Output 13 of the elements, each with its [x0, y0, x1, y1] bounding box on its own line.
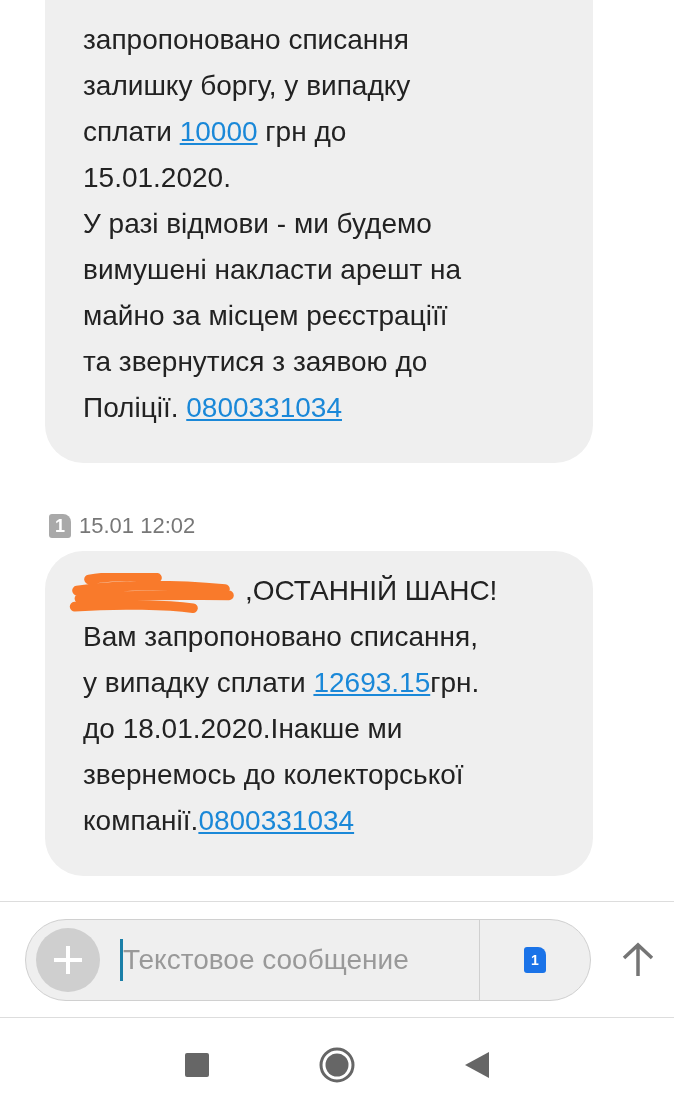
- send-arrow-icon[interactable]: [621, 941, 655, 978]
- phone-link[interactable]: 10000: [179, 116, 258, 147]
- sim-icon[interactable]: 1: [524, 946, 546, 973]
- phone-link[interactable]: 0800331034: [198, 805, 355, 836]
- back-icon[interactable]: [465, 1052, 489, 1078]
- home-icon[interactable]: [319, 1047, 355, 1083]
- message-input[interactable]: Текстовое сообщение 1: [25, 918, 591, 1001]
- message-text: ,ОСТАННІЙ ШАНС! Вам запропоновано списання, у випадку сплати 12693.15грн. до 18.01.2020.Інакше ми звернемось до колекторської компанії.0800331034: [83, 568, 573, 844]
- message-time: 15.01 12:02: [79, 513, 196, 539]
- phone-link[interactable]: 12693.15: [313, 667, 431, 698]
- message-text: запропоновано списання залишку боргу, у випадку сплати 10000 грн до 15.01.2020. У разі відмови - ми будемо вимушені накласти арешт на майно за місцем реєстраціїї та звернутися з заявою до Поліції. 0800331034: [83, 23, 463, 425]
- sim-icon: 1: [49, 514, 71, 538]
- phone-link[interactable]: 0800331034: [186, 392, 342, 423]
